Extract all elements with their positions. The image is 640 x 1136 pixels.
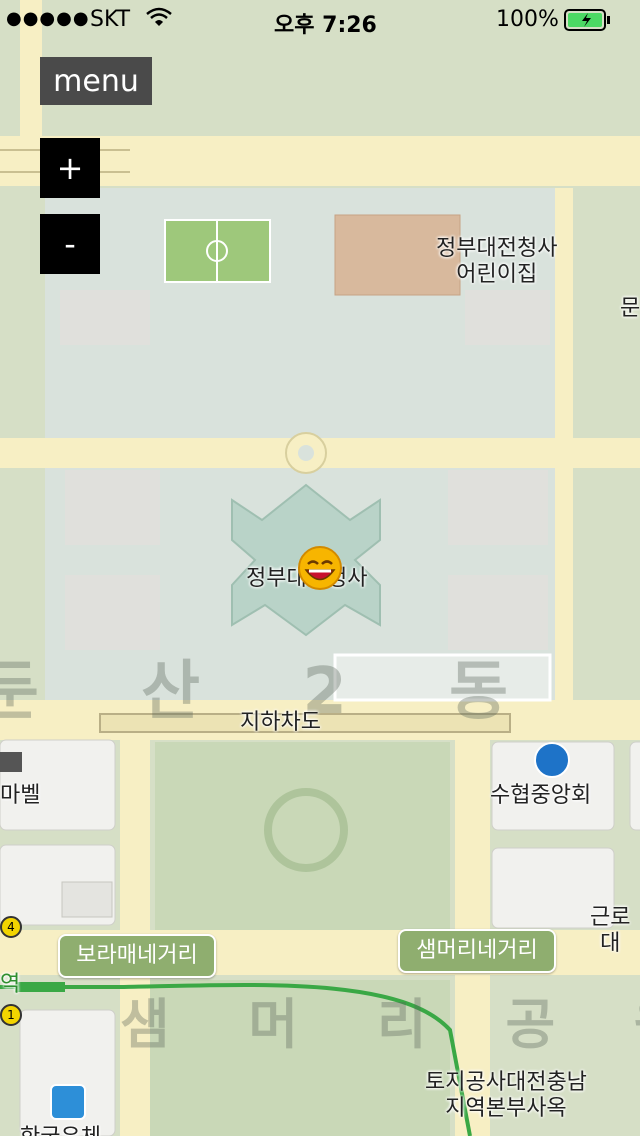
place-label-labor-partial: 근로 대 bbox=[590, 905, 631, 956]
wifi-icon bbox=[146, 6, 172, 34]
zoom-in-button[interactable]: + bbox=[40, 138, 100, 198]
place-label-suhyup[interactable]: 수협중앙회 bbox=[490, 783, 591, 809]
zoom-out-button[interactable]: - bbox=[40, 214, 100, 274]
carrier-label: SKT bbox=[90, 7, 131, 32]
place-label-daycare[interactable]: 정부대전청사 어린이집 bbox=[436, 236, 557, 288]
subway-line-4-icon: 4 bbox=[0, 916, 22, 938]
post-office-poi-icon[interactable] bbox=[50, 1084, 86, 1120]
intersection-badge-saemmeori[interactable]: 샘머리네거리 bbox=[398, 929, 556, 973]
place-label-bottom-left-partial: 한국우체 bbox=[20, 1125, 101, 1136]
subway-line-1-icon: 1 bbox=[0, 1004, 22, 1026]
smiley-location-marker-icon[interactable] bbox=[297, 545, 343, 591]
bank-poi-icon[interactable] bbox=[534, 742, 570, 778]
status-time: 오후 7:26 bbox=[274, 13, 377, 38]
battery-percent: 100% bbox=[496, 7, 559, 32]
subway-station-label-partial: 역 bbox=[0, 972, 21, 997]
building-poi-icon bbox=[0, 752, 22, 772]
menu-button[interactable]: menu bbox=[40, 57, 152, 105]
road-label-underpass: 지하차도 bbox=[240, 710, 321, 735]
intersection-badge-borame[interactable]: 보라매네거리 bbox=[58, 934, 216, 978]
battery-icon bbox=[564, 9, 612, 37]
signal-strength-icon: ●●●●● bbox=[6, 8, 90, 29]
place-label-land-corp[interactable]: 토지공사대전충남 지역본부사옥 bbox=[425, 1070, 587, 1122]
place-label-moon-partial: 문 bbox=[620, 296, 640, 321]
district-label-park: 샘 머 리 공 원 bbox=[120, 993, 640, 1056]
place-label-marvel[interactable]: 마벨 bbox=[0, 783, 40, 809]
status-bar: ●●●●● SKT 오후 7:26 100% bbox=[0, 0, 640, 40]
